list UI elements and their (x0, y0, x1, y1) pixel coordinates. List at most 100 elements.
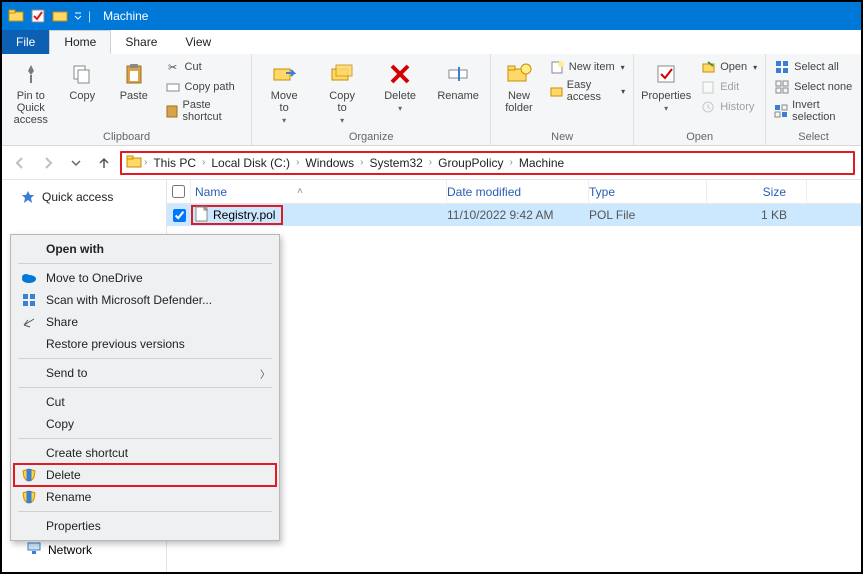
rename-button[interactable]: Rename (432, 58, 484, 102)
ctx-delete[interactable]: Delete (14, 464, 276, 486)
nav-forward-button[interactable] (36, 151, 60, 175)
open-button[interactable]: Open▾ (698, 58, 759, 76)
easy-access-icon (549, 83, 563, 99)
ctx-open-with[interactable]: Open with (14, 238, 276, 260)
tab-file[interactable]: File (2, 30, 49, 54)
chevron-down-icon: ▾ (282, 116, 286, 125)
ctx-copy[interactable]: Copy (14, 413, 276, 435)
folder-icon (6, 6, 26, 26)
pin-quick-access-button[interactable]: Pin to Quick access (8, 58, 54, 126)
quick-access-label: Quick access (42, 190, 113, 204)
file-row[interactable]: Registry.pol 11/10/2022 9:42 AM POL File… (167, 204, 861, 226)
delete-x-icon (386, 60, 414, 88)
new-folder-icon (505, 60, 533, 88)
titlebar-separator: | (88, 9, 91, 23)
delete-button[interactable]: Delete ▾ (374, 58, 426, 113)
cut-button[interactable]: ✂Cut (163, 58, 246, 76)
ctx-create-shortcut[interactable]: Create shortcut (14, 442, 276, 464)
window-titlebar: | Machine (2, 2, 861, 30)
ctx-cut[interactable]: Cut (14, 391, 276, 413)
nav-up-button[interactable] (92, 151, 116, 175)
properties-button[interactable]: Properties ▾ (640, 58, 692, 113)
qat-dropdown-icon[interactable] (72, 6, 84, 26)
ctx-scan-defender[interactable]: Scan with Microsoft Defender... (14, 289, 276, 311)
ctx-send-to[interactable]: Send to〉 (14, 362, 276, 384)
column-headers: Name˄ Date modified Type Size (167, 180, 861, 204)
crumb-system32[interactable]: System32 (365, 156, 426, 170)
qat-drop-icon[interactable] (50, 6, 70, 26)
nav-recent-button[interactable] (64, 151, 88, 175)
new-item-button[interactable]: New item▾ (547, 58, 627, 76)
invert-selection-button[interactable]: Invert selection (772, 98, 855, 124)
open-group-label: Open (640, 131, 759, 143)
ribbon-group-clipboard: Pin to Quick access Copy Paste ✂Cut Copy… (2, 54, 252, 145)
ribbon: Pin to Quick access Copy Paste ✂Cut Copy… (2, 54, 861, 146)
chevron-right-icon[interactable]: › (429, 157, 432, 168)
file-checkbox[interactable] (173, 209, 186, 222)
edit-icon (700, 79, 716, 95)
address-bar[interactable]: › This PC › Local Disk (C:) › Windows › … (120, 151, 855, 175)
chevron-right-icon[interactable]: › (296, 157, 299, 168)
copy-button[interactable]: Copy (60, 58, 106, 102)
chevron-right-icon[interactable]: › (144, 157, 147, 168)
chevron-down-icon: ▾ (664, 104, 668, 113)
file-name: Registry.pol (213, 208, 275, 222)
file-type: POL File (589, 208, 707, 222)
qat-properties-icon[interactable] (28, 6, 48, 26)
chevron-right-icon[interactable]: › (510, 157, 513, 168)
select-all-button[interactable]: Select all (772, 58, 855, 76)
nav-back-button[interactable] (8, 151, 32, 175)
shield-icon (20, 488, 38, 506)
network-label: Network (48, 543, 92, 557)
edit-button[interactable]: Edit (698, 78, 759, 96)
defender-icon (20, 291, 38, 309)
tab-view[interactable]: View (171, 30, 225, 54)
column-type[interactable]: Type (589, 180, 707, 203)
sidebar-item-quick-access[interactable]: Quick access (2, 186, 166, 208)
chevron-right-icon[interactable]: › (360, 157, 363, 168)
column-name[interactable]: Name˄ (191, 180, 447, 203)
window-title: Machine (103, 9, 148, 23)
select-all-checkbox[interactable] (172, 185, 185, 198)
copy-to-button[interactable]: Copy to ▾ (316, 58, 368, 125)
ctx-rename[interactable]: Rename (14, 486, 276, 508)
ribbon-group-organize: Move to ▾ Copy to ▾ Delete ▾ Rename Orga… (252, 54, 491, 145)
select-none-button[interactable]: Select none (772, 78, 855, 96)
chevron-right-icon[interactable]: › (202, 157, 205, 168)
easy-access-button[interactable]: Easy access▾ (547, 78, 627, 104)
sidebar-item-network[interactable]: Network (26, 540, 92, 559)
paste-shortcut-icon (165, 103, 179, 119)
crumb-machine[interactable]: Machine (515, 156, 568, 170)
crumb-local-disk[interactable]: Local Disk (C:) (207, 156, 294, 170)
onedrive-icon (20, 269, 38, 287)
ctx-move-onedrive[interactable]: Move to OneDrive (14, 267, 276, 289)
clipboard-group-label: Clipboard (8, 131, 245, 143)
crumb-windows[interactable]: Windows (301, 156, 358, 170)
file-size: 1 KB (707, 208, 807, 222)
paste-icon (120, 60, 148, 88)
copy-path-button[interactable]: Copy path (163, 78, 246, 96)
nav-bar: › This PC › Local Disk (C:) › Windows › … (2, 146, 861, 180)
ctx-share[interactable]: Share (14, 311, 276, 333)
menu-separator (18, 511, 272, 512)
paste-button[interactable]: Paste (111, 58, 157, 102)
ctx-properties[interactable]: Properties (14, 515, 276, 537)
ribbon-tabs: File Home Share View (2, 30, 861, 54)
chevron-down-icon: ▾ (753, 63, 757, 72)
folder-icon (126, 153, 142, 172)
paste-shortcut-button[interactable]: Paste shortcut (163, 98, 246, 124)
history-button[interactable]: History (698, 98, 759, 116)
ctx-restore-versions[interactable]: Restore previous versions (14, 333, 276, 355)
tab-share[interactable]: Share (111, 30, 171, 54)
crumb-this-pc[interactable]: This PC (149, 156, 200, 170)
crumb-grouppolicy[interactable]: GroupPolicy (434, 156, 507, 170)
shield-icon (20, 466, 38, 484)
new-folder-button[interactable]: New folder (497, 58, 541, 114)
column-size[interactable]: Size (707, 180, 807, 203)
move-to-button[interactable]: Move to ▾ (258, 58, 310, 125)
ribbon-group-open: Properties ▾ Open▾ Edit History Open (634, 54, 766, 145)
column-date[interactable]: Date modified (447, 180, 589, 203)
file-icon (195, 206, 209, 225)
chevron-down-icon: ▾ (398, 104, 402, 113)
tab-home[interactable]: Home (49, 30, 111, 54)
